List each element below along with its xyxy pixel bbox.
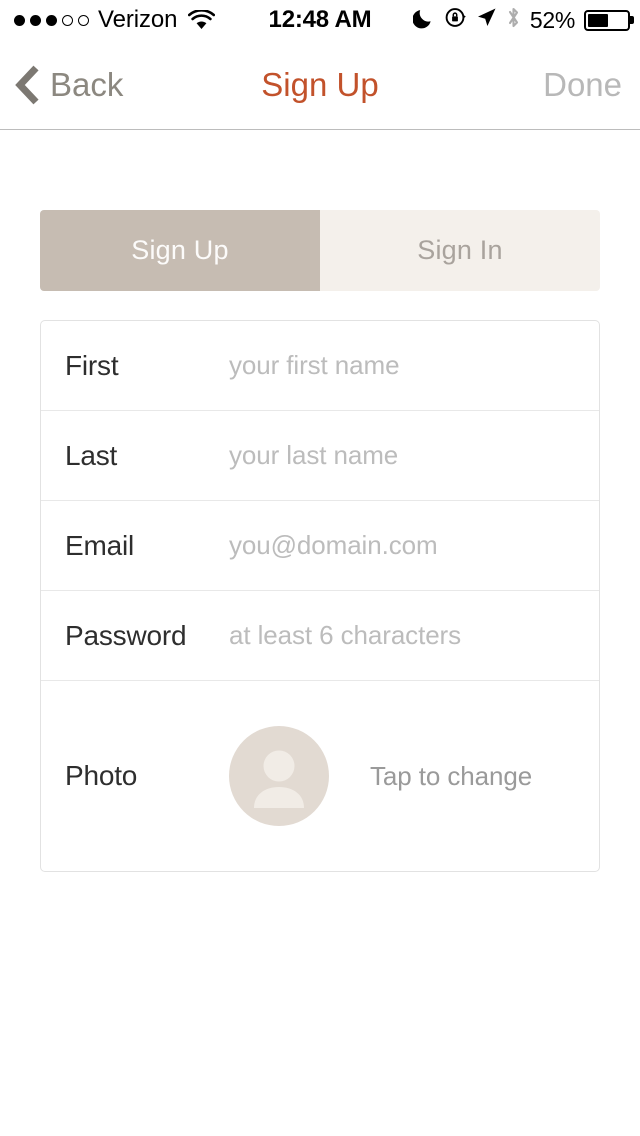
wifi-icon	[188, 10, 216, 30]
signal-dot-1	[14, 14, 25, 26]
battery-percent-label: 52%	[529, 6, 575, 33]
last-name-input[interactable]: your last name	[229, 440, 398, 471]
photo-hint-label: Tap to change	[370, 760, 533, 791]
field-row-photo[interactable]: Photo Tap to change	[41, 681, 599, 871]
signal-dot-5	[78, 14, 89, 26]
signup-form-card: First your first name Last your last nam…	[40, 320, 600, 872]
field-row-email[interactable]: Email you@domain.com	[41, 501, 599, 591]
signal-dot-3	[46, 14, 57, 26]
signal-dot-4	[62, 14, 73, 26]
field-label-email: Email	[65, 529, 135, 561]
field-row-password[interactable]: Password at least 6 characters	[41, 591, 599, 681]
first-name-input[interactable]: your first name	[229, 350, 400, 381]
moon-icon	[412, 7, 435, 34]
rotation-lock-icon	[444, 6, 467, 34]
segment-sign-in[interactable]: Sign In	[320, 210, 600, 291]
email-input[interactable]: you@domain.com	[229, 530, 438, 561]
carrier-name: Verizon	[98, 6, 178, 33]
signal-dot-2	[30, 14, 41, 26]
field-row-first[interactable]: First your first name	[41, 321, 599, 411]
cellular-signal-dots	[14, 14, 89, 26]
segment-sign-up[interactable]: Sign Up	[40, 210, 320, 291]
status-bar-left: Verizon	[14, 0, 216, 40]
done-button[interactable]: Done	[543, 40, 622, 130]
person-placeholder-icon	[254, 750, 304, 808]
location-arrow-icon	[476, 7, 497, 33]
field-label-last: Last	[65, 439, 118, 471]
bluetooth-icon	[506, 6, 521, 34]
navigation-bar: Back Sign Up Done	[0, 40, 640, 130]
password-input[interactable]: at least 6 characters	[229, 620, 461, 651]
status-bar-right: 52%	[412, 0, 630, 40]
auth-mode-segmented-control[interactable]: Sign Up Sign In	[40, 210, 600, 291]
field-label-first: First	[65, 349, 119, 381]
field-label-password: Password	[65, 619, 187, 651]
battery-icon	[584, 9, 630, 31]
field-row-last[interactable]: Last your last name	[41, 411, 599, 501]
avatar[interactable]	[229, 726, 329, 826]
status-bar: Verizon 12:48 AM 52%	[0, 0, 640, 40]
field-label-photo: Photo	[65, 760, 138, 791]
status-bar-clock: 12:48 AM	[268, 6, 372, 33]
content-area: Sign Up Sign In First your first name La…	[0, 130, 640, 1136]
